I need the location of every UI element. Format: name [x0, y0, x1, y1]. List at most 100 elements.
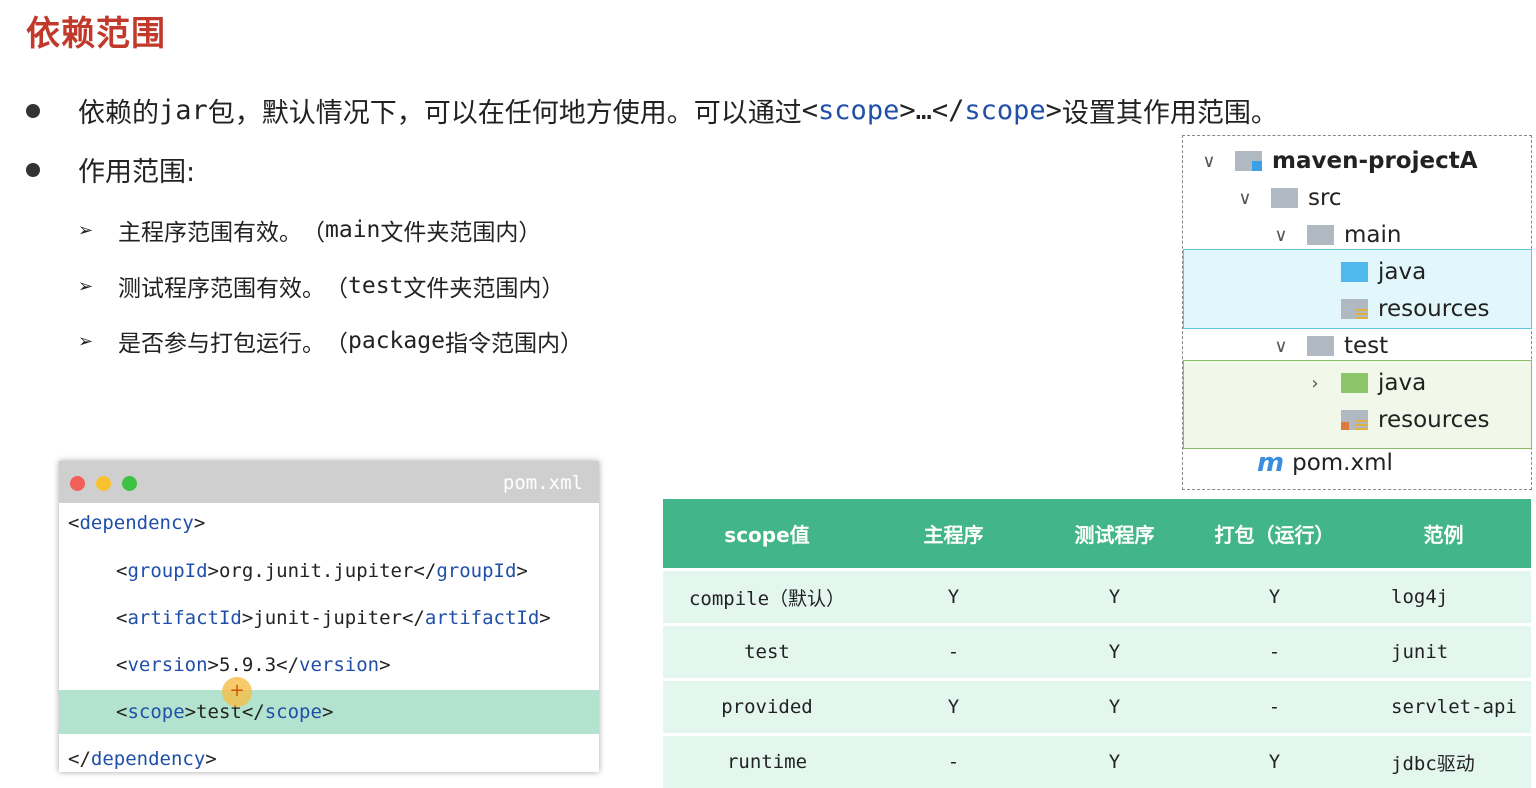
cell-package: Y	[1193, 735, 1356, 788]
folder-icon	[1307, 336, 1334, 356]
scope-table: scope值 主程序 测试程序 打包（运行） 范例 compile（默认） Y …	[663, 499, 1531, 788]
bullet1-ellipsis: >…</	[899, 95, 964, 126]
bullet-default-scope: 依赖的jar包，默认情况下，可以在任何地方使用。可以通过 <scope>…</s…	[26, 91, 1278, 130]
table-row: runtime - Y Y jdbc驱动	[663, 735, 1531, 788]
subitem-code: package	[348, 328, 445, 354]
arrow-right-icon: ➢	[78, 276, 118, 297]
code-line: <dependency>	[59, 501, 599, 545]
maximize-dot-icon[interactable]	[122, 476, 137, 491]
test-resources-folder-icon	[1341, 410, 1368, 430]
tree-item-main-resources[interactable]: resources	[1341, 294, 1489, 324]
table-header-row: scope值 主程序 测试程序 打包（运行） 范例	[663, 499, 1531, 570]
tree-item-src[interactable]: ∨ src	[1235, 183, 1342, 213]
resources-folder-icon	[1341, 299, 1368, 319]
cell-main: -	[871, 625, 1036, 680]
header-scope: scope值	[663, 499, 871, 570]
subitem-text: 主程序范围有效。	[118, 213, 302, 247]
header-main: 主程序	[871, 499, 1036, 570]
chevron-down-icon[interactable]: ∨	[1199, 151, 1219, 172]
header-example: 范例	[1356, 499, 1531, 570]
code-window: pom.xml <dependency> <groupId>org.junit.…	[59, 461, 599, 772]
tree-src-label: src	[1308, 185, 1342, 211]
code-line: <version>5.9.3</version>	[59, 643, 599, 687]
chevron-down-icon[interactable]: ∨	[1271, 225, 1291, 246]
cell-test: Y	[1036, 570, 1193, 625]
tree-test-label: test	[1344, 333, 1388, 359]
subitem-code: main	[325, 217, 380, 243]
page-title: 依赖范围	[26, 6, 166, 55]
table-row: compile（默认） Y Y Y log4j	[663, 570, 1531, 625]
table-row: test - Y - junit	[663, 625, 1531, 680]
header-package: 打包（运行）	[1193, 499, 1356, 570]
cell-example: servlet-api	[1356, 680, 1531, 735]
subitem-rest: 指令范围内）	[445, 324, 583, 358]
bullet-dot-icon	[26, 104, 40, 118]
cell-example: junit	[1356, 625, 1531, 680]
cell-test: Y	[1036, 735, 1193, 788]
folder-icon	[1307, 225, 1334, 245]
cell-package: -	[1193, 625, 1356, 680]
code-line: <groupId>org.junit.jupiter</groupId>	[59, 549, 599, 593]
subitem-text: 测试程序范围有效。	[118, 269, 325, 303]
bullet1-scope-open: scope	[818, 95, 899, 126]
cell-scope: provided	[663, 680, 871, 735]
tree-item-test-java[interactable]: › java	[1305, 368, 1426, 398]
module-folder-icon	[1235, 151, 1262, 171]
subitem-text: 是否参与打包运行。	[118, 324, 325, 358]
subitem-code: test	[348, 273, 403, 299]
tree-pom-label: pom.xml	[1292, 450, 1393, 476]
subitem-paren: （	[325, 324, 348, 358]
mouse-cursor-icon: +	[222, 677, 252, 707]
tree-item-pom[interactable]: m pom.xml	[1257, 448, 1393, 478]
code-window-titlebar: pom.xml	[59, 461, 599, 503]
cell-main: Y	[871, 570, 1036, 625]
bullet1-gt: >	[1046, 95, 1062, 126]
subitem-paren: （	[325, 269, 348, 303]
cell-package: -	[1193, 680, 1356, 735]
bullet1-lt: <	[802, 95, 818, 126]
cell-main: -	[871, 735, 1036, 788]
subitem-test: ➢ 测试程序范围有效。（test文件夹范围内）	[78, 269, 564, 303]
bullet1-scope-close: scope	[964, 95, 1045, 126]
subitem-main: ➢ 主程序范围有效。（main文件夹范围内）	[78, 213, 541, 247]
cell-example: log4j	[1356, 570, 1531, 625]
cell-main: Y	[871, 680, 1036, 735]
chevron-down-icon[interactable]: ∨	[1235, 188, 1255, 209]
tree-item-main[interactable]: ∨ main	[1271, 220, 1401, 250]
cell-test: Y	[1036, 625, 1193, 680]
tree-main-resources-label: resources	[1378, 296, 1489, 322]
code-line: <artifactId>junit-jupiter</artifactId>	[59, 596, 599, 640]
header-test: 测试程序	[1036, 499, 1193, 570]
tree-item-root[interactable]: ∨ maven-projectA	[1199, 146, 1478, 176]
cell-scope: runtime	[663, 735, 871, 788]
maven-icon: m	[1257, 448, 1284, 478]
subitem-rest: 文件夹范围内）	[380, 213, 541, 247]
bullet1-suffix: 设置其作用范围。	[1062, 91, 1278, 130]
project-tree: ∨ maven-projectA ∨ src ∨ main java resou…	[1182, 135, 1532, 490]
folder-icon	[1271, 188, 1298, 208]
tree-item-test-resources[interactable]: resources	[1341, 405, 1489, 435]
cell-test: Y	[1036, 680, 1193, 735]
bullet-scope-range: 作用范围:	[26, 150, 195, 189]
subitem-package: ➢ 是否参与打包运行。（package指令范围内）	[78, 324, 583, 358]
chevron-right-icon[interactable]: ›	[1305, 373, 1325, 394]
tree-root-label: maven-projectA	[1272, 148, 1478, 174]
minimize-dot-icon[interactable]	[96, 476, 111, 491]
bullet-dot-icon	[26, 163, 40, 177]
source-folder-icon	[1341, 262, 1368, 282]
subitem-paren: （	[302, 213, 325, 247]
tree-item-main-java[interactable]: java	[1341, 257, 1426, 287]
cell-scope: test	[663, 625, 871, 680]
cell-example: jdbc驱动	[1356, 735, 1531, 788]
tree-item-test[interactable]: ∨ test	[1271, 331, 1388, 361]
chevron-down-icon[interactable]: ∨	[1271, 336, 1291, 357]
code-line-highlighted: <scope>test</scope>	[59, 690, 599, 734]
bullet1-middle: 包，默认情况下，可以在任何地方使用。可以通过	[208, 91, 802, 130]
close-dot-icon[interactable]	[70, 476, 85, 491]
bullet2-text: 作用范围:	[78, 150, 195, 189]
subitem-rest: 文件夹范围内）	[403, 269, 564, 303]
arrow-right-icon: ➢	[78, 220, 118, 241]
code-filename: pom.xml	[503, 472, 583, 494]
cell-package: Y	[1193, 570, 1356, 625]
cell-scope: compile（默认）	[663, 570, 871, 625]
